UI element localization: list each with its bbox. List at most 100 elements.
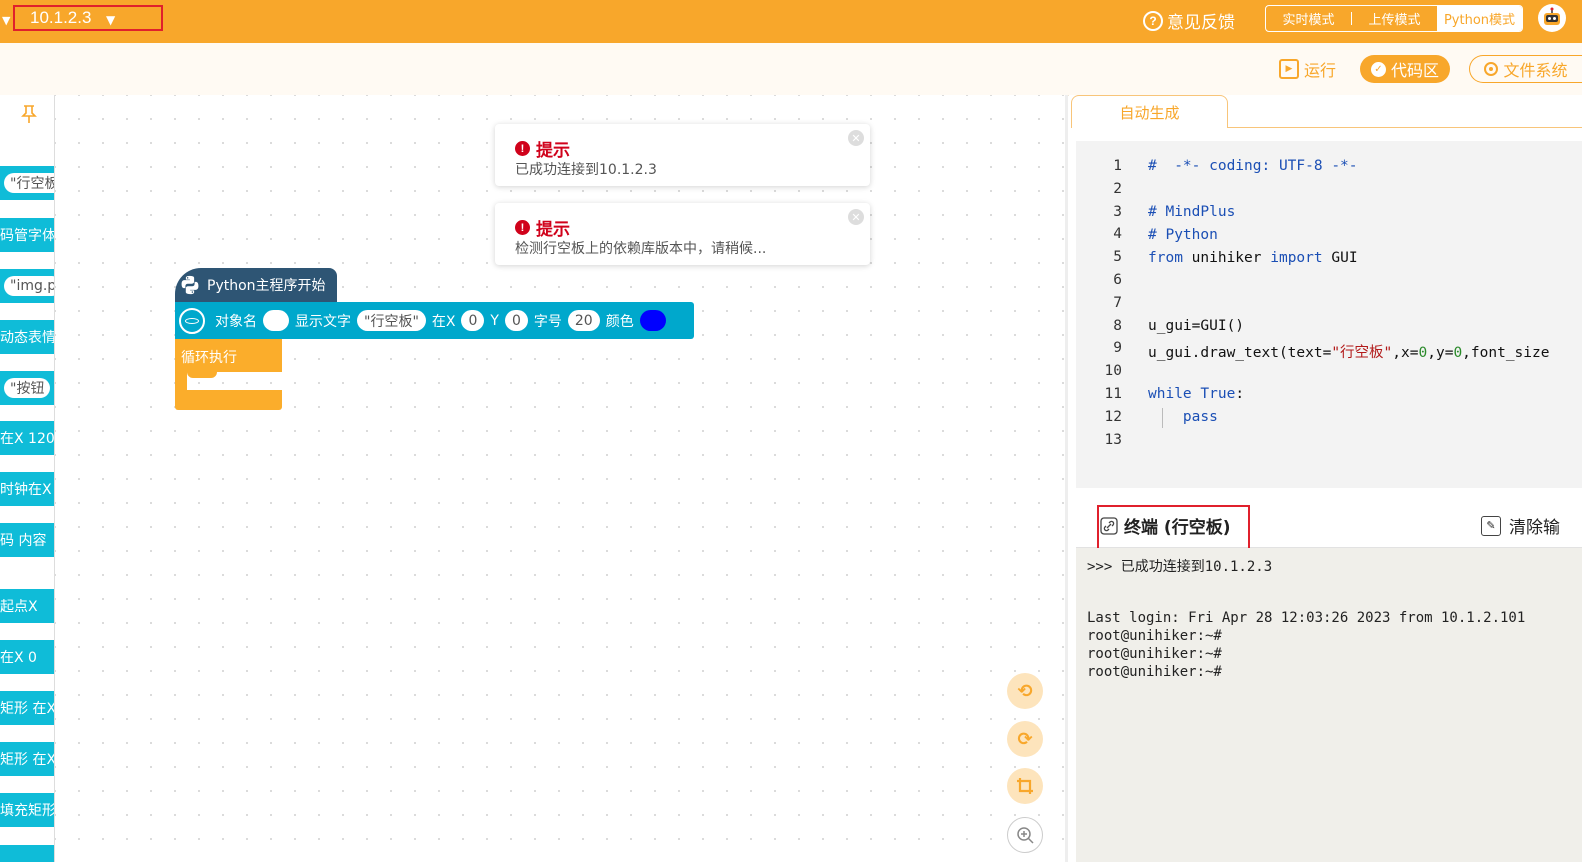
terminal-line: root@unihiker:~# [1087, 664, 1222, 680]
line-number: 7 [1113, 294, 1122, 311]
loop-block-notch [187, 372, 217, 378]
mode-realtime[interactable]: 实时模式 [1266, 6, 1351, 31]
font-size-input[interactable]: 20 [567, 310, 600, 331]
code-token: ,y= [1427, 345, 1454, 361]
loop-block[interactable]: 循环执行 [175, 339, 282, 372]
close-icon[interactable]: ✕ [848, 209, 864, 225]
code-area-label: 代码区 [1390, 61, 1439, 80]
code-token: while [1148, 386, 1192, 402]
toast-message: 检测行空板上的依赖库版本中，请稍候... [515, 241, 767, 257]
line-number: 3 [1113, 203, 1122, 220]
palette-block[interactable]: "按钮 [0, 371, 54, 405]
clear-output-button[interactable]: ✎ 清除输 [1481, 513, 1560, 538]
palette-block[interactable]: 码 内容 [0, 523, 54, 557]
indent-guide [1162, 408, 1163, 428]
palette-block[interactable] [0, 845, 54, 862]
palette-block[interactable]: 在X 120 [0, 421, 54, 455]
toast-title: 提示 [536, 220, 570, 240]
palette-block[interactable]: "行空板 [0, 166, 54, 200]
code-comment: # MindPlus [1148, 204, 1236, 220]
pin-icon[interactable] [18, 103, 40, 125]
line-number: 4 [1113, 226, 1122, 243]
display-icon [179, 307, 205, 334]
chevron-down-icon[interactable]: ▼ [106, 13, 115, 27]
object-name-label: 对象名 [215, 313, 257, 330]
terminal-line: root@unihiker:~# [1087, 646, 1222, 662]
color-picker[interactable] [639, 310, 666, 331]
palette-block[interactable]: 动态表情 [0, 320, 54, 354]
code-token: GUI [1322, 250, 1358, 266]
alert-icon: ! [515, 220, 530, 235]
clear-output-label: 清除输 [1509, 518, 1560, 538]
robot-avatar-icon[interactable] [1538, 4, 1566, 32]
palette-block-chip: "行空板 [4, 173, 54, 193]
mode-python[interactable]: Python模式 [1437, 6, 1522, 31]
code-token: ,font_size [1462, 345, 1550, 361]
y-value-input[interactable]: 0 [504, 310, 528, 331]
line-number: 12 [1104, 408, 1122, 425]
toast-notification: ! 提示 已成功连接到10.1.2.3 ✕ [495, 124, 870, 186]
line-number: 5 [1113, 249, 1122, 266]
terminal-tab[interactable]: 终端 (行空板) [1100, 513, 1230, 538]
close-icon[interactable]: ✕ [848, 130, 864, 146]
crop-button[interactable] [1007, 768, 1043, 804]
code-token: ,x= [1392, 345, 1419, 361]
code-area-button[interactable]: ✓ 代码区 [1360, 55, 1450, 83]
mode-upload[interactable]: 上传模式 [1352, 6, 1437, 31]
x-value-input[interactable]: 0 [461, 310, 485, 331]
palette-block[interactable]: "img.p [0, 269, 54, 303]
code-line: while True: [1148, 386, 1244, 402]
code-token: 0 [1418, 345, 1428, 361]
python-logo-icon [181, 275, 199, 295]
palette-block[interactable]: 在X 0 [0, 640, 54, 674]
feedback-button[interactable]: ? 意见反馈 [1143, 8, 1235, 33]
toast-title-row: ! 提示 [515, 136, 570, 161]
workspace-scrollbar[interactable] [1065, 95, 1068, 862]
palette-block[interactable]: 填充矩形 [0, 793, 54, 827]
code-line: # Python [1148, 227, 1218, 243]
palette-block[interactable]: 矩形 在X [0, 742, 54, 776]
terminal-line: >>> 已成功连接到10.1.2.3 [1087, 559, 1273, 575]
play-icon: ▶ [1279, 59, 1299, 79]
toast-title: 提示 [536, 141, 570, 161]
terminal-title: 终端 (行空板) [1124, 518, 1231, 538]
run-button[interactable]: ▶ 运行 [1279, 55, 1336, 83]
radio-icon [1484, 62, 1499, 76]
object-name-input[interactable] [263, 310, 289, 331]
code-line: # -*- coding: UTF-8 -*- [1148, 158, 1358, 174]
palette-block[interactable]: 起点X [0, 589, 54, 623]
text-value-input[interactable]: "行空板" [357, 310, 426, 331]
line-number: 8 [1113, 317, 1122, 334]
zoom-in-button[interactable] [1007, 817, 1043, 853]
code-token: from [1148, 250, 1183, 266]
toast-title-row: ! 提示 [515, 215, 570, 240]
run-label: 运行 [1304, 61, 1337, 80]
code-token: 0 [1453, 345, 1463, 361]
code-line: pass [1148, 409, 1218, 425]
code-editor[interactable] [1076, 141, 1582, 488]
line-number: 1 [1113, 158, 1122, 174]
palette-block[interactable]: 矩形 在X [0, 691, 54, 725]
code-comment: # -*- coding: UTF-8 -*- [1148, 158, 1358, 174]
terminal-output[interactable] [1076, 548, 1582, 862]
code-token: unihiker [1182, 250, 1271, 266]
python-main-block[interactable]: Python主程序开始 [175, 268, 337, 302]
redo-button[interactable]: ⟳ [1007, 721, 1043, 757]
undo-icon: ⟲ [1017, 680, 1033, 702]
palette-block[interactable]: 码管字体 [0, 218, 54, 252]
palette-block-chip: "img.p [4, 276, 54, 296]
file-system-button[interactable]: 文件系统 [1469, 55, 1582, 83]
check-circle-icon: ✓ [1370, 61, 1386, 77]
code-line: from unihiker import GUI [1148, 250, 1358, 266]
tab-auto-generate[interactable]: 自动生成 [1071, 95, 1228, 128]
terminal-line: Last login: Fri Apr 28 12:03:26 2023 fro… [1087, 610, 1526, 626]
caret-down-icon[interactable]: ▼ [2, 14, 10, 27]
draw-text-block[interactable]: 对象名 显示文字 "行空板" 在X 0 Y 0 字号 20 颜色 [175, 302, 694, 339]
undo-button[interactable]: ⟲ [1007, 673, 1043, 709]
action-bar [0, 43, 1582, 96]
device-selector[interactable]: 10.1.2.3 [30, 8, 91, 28]
code-token: u_gui.draw_text(text= [1148, 345, 1332, 361]
loop-block-side [175, 372, 187, 390]
palette-block[interactable]: 时钟在X [0, 472, 54, 506]
code-comment: # Python [1148, 227, 1218, 243]
